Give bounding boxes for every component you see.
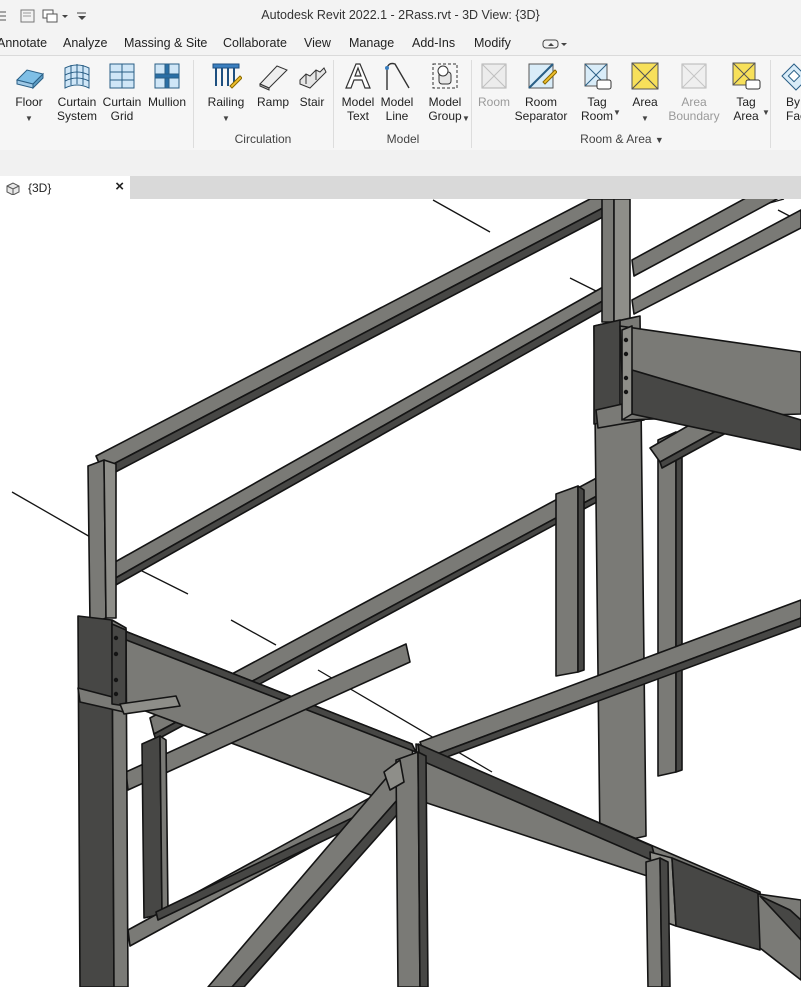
opening-by-face-button[interactable]: By Face	[776, 56, 801, 131]
view-tab-label: {3D}	[28, 180, 52, 195]
area-boundary-icon	[681, 63, 707, 89]
mullion-icon	[154, 63, 180, 89]
stair-button[interactable]: Stair	[294, 56, 330, 131]
ribbon-separator	[770, 60, 771, 148]
mullion-button[interactable]: Mullion	[145, 56, 189, 131]
partial-button-left[interactable]: ,	[0, 56, 4, 131]
tab-view[interactable]: View	[304, 36, 331, 50]
tag-room-icon	[584, 63, 612, 90]
tab-collaborate[interactable]: Collaborate	[223, 36, 287, 50]
tag-area-button[interactable]: Tag Area ▼	[726, 56, 770, 131]
by-face-icon	[781, 63, 801, 91]
model-text-button[interactable]: Model Text	[338, 56, 378, 131]
chevron-down-icon: ▼	[613, 108, 621, 117]
chevron-down-icon: ▼	[654, 135, 664, 145]
curtain-system-button[interactable]: Curtain System	[55, 56, 99, 131]
3d-view-icon	[6, 181, 20, 195]
chevron-down-icon: ▼	[762, 108, 770, 117]
room-button[interactable]: Room	[474, 56, 514, 131]
view-tab-strip: {3D} ×	[0, 176, 801, 199]
model-group-icon	[432, 63, 458, 89]
tag-area-icon	[732, 62, 761, 90]
circulation-group-label: Circulation	[234, 132, 292, 146]
curtain-grid-icon	[109, 63, 135, 89]
tab-manage[interactable]: Manage	[349, 36, 394, 50]
chevron-down-icon: ▼	[222, 114, 230, 123]
center-connection	[383, 751, 429, 987]
chevron-down-icon: ▼	[641, 114, 649, 123]
options-bar	[0, 150, 801, 176]
chevron-down-icon: ▼	[462, 114, 470, 123]
floor-button[interactable]: Floor ▼	[10, 56, 48, 131]
model-line-button[interactable]: Model Line	[378, 56, 416, 131]
tab-massing-site[interactable]: Massing & Site	[124, 36, 207, 50]
main-beam	[111, 625, 801, 981]
area-boundary-button[interactable]: Area Boundary	[667, 56, 721, 131]
floor-icon	[16, 69, 44, 90]
tab-analyze[interactable]: Analyze	[63, 36, 107, 50]
area-button[interactable]: Area ▼	[626, 56, 664, 131]
room-separator-icon	[528, 63, 557, 89]
room-area-group-label[interactable]: Room & Area ▼	[572, 132, 672, 146]
front-column-right	[645, 857, 671, 987]
tag-room-button[interactable]: Tag Room ▼	[575, 56, 621, 131]
view-tab-3d[interactable]: {3D} ×	[0, 176, 130, 199]
model-text-icon	[345, 63, 371, 89]
room-separator-button[interactable]: Room Separator	[514, 56, 568, 131]
close-icon[interactable]: ×	[115, 178, 124, 195]
window-title: Autodesk Revit 2022.1 - 2Rass.rvt - 3D V…	[261, 8, 540, 22]
stair-icon	[299, 67, 327, 89]
ribbon-minimize-icon[interactable]	[542, 37, 568, 51]
steel-frame-model[interactable]: .f { fill:#7a7a76; stroke:#141414; strok…	[0, 199, 801, 987]
ramp-button[interactable]: Ramp	[254, 56, 292, 131]
tab-modify[interactable]: Modify	[474, 36, 511, 50]
3d-viewport[interactable]: .f { fill:#7a7a76; stroke:#141414; strok…	[0, 199, 801, 987]
curtain-system-icon	[64, 64, 90, 89]
back-beam-top	[631, 199, 801, 315]
tab-add-ins[interactable]: Add-Ins	[412, 36, 455, 50]
ramp-icon	[259, 65, 288, 91]
ribbon-separator	[471, 60, 472, 148]
ribbon-tab-bar: Annotate Analyze Massing & Site Collabor…	[0, 33, 801, 55]
railing-button[interactable]: Railing ▼	[206, 56, 246, 131]
upper-right-beam	[619, 325, 801, 451]
area-icon	[631, 62, 659, 90]
model-line-icon	[385, 62, 410, 90]
ribbon-panel: , Floor ▼ Curtain System Curtain Grid	[0, 55, 801, 152]
tab-annotate[interactable]: Annotate	[0, 36, 47, 50]
chevron-down-icon: ▼	[25, 114, 33, 123]
curtain-grid-button[interactable]: Curtain Grid	[101, 56, 143, 131]
room-icon	[481, 63, 507, 89]
model-group-button[interactable]: Model Group ▼	[422, 56, 470, 131]
model-group-label: Model	[386, 132, 420, 146]
railing-icon	[212, 63, 242, 89]
title-bar: Autodesk Revit 2022.1 - 2Rass.rvt - 3D V…	[0, 0, 801, 34]
